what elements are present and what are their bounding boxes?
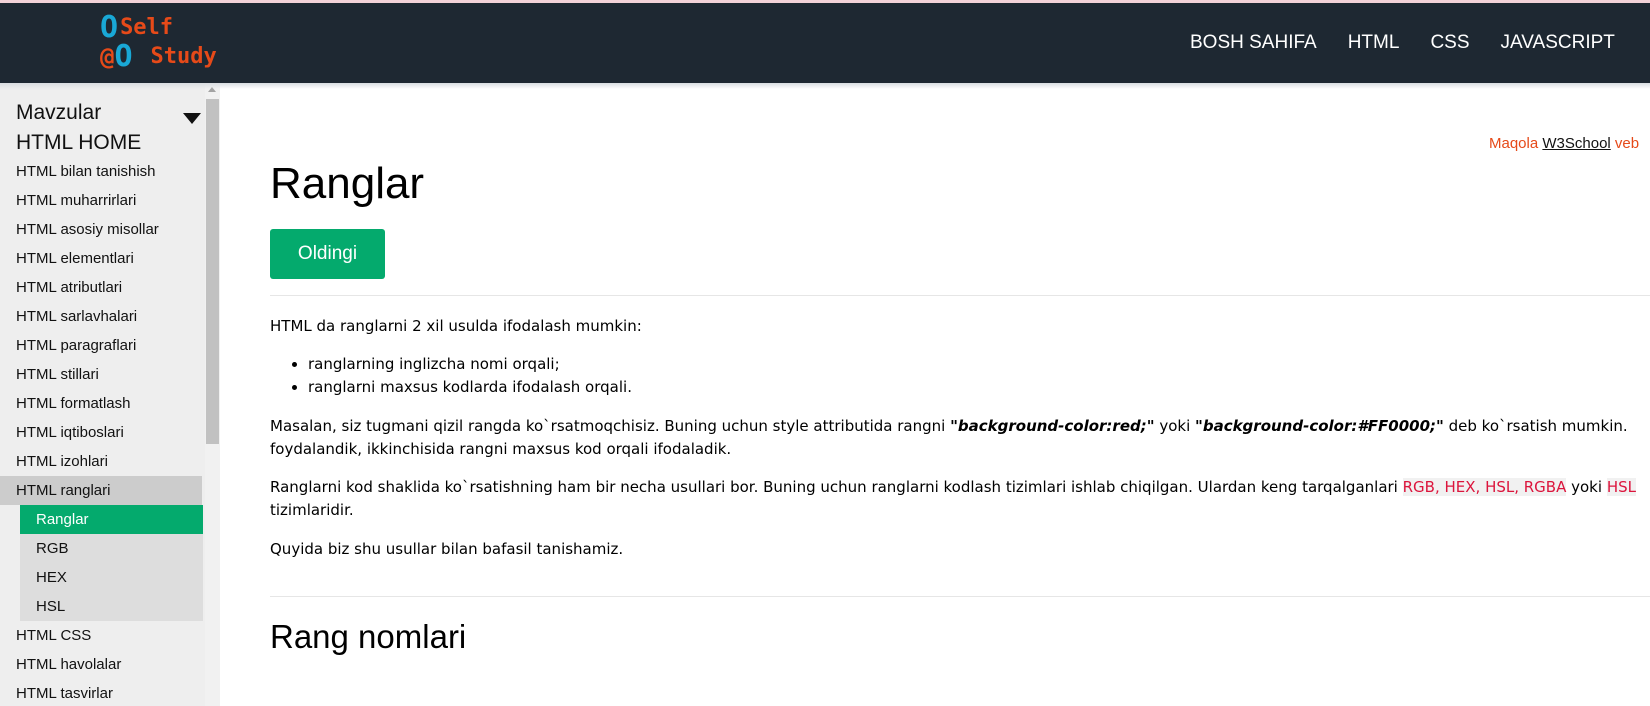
- text: yoki: [1566, 478, 1607, 496]
- nav-links: BOSH SAHIFA HTML CSS JAVASCRIPT: [1190, 3, 1646, 83]
- sidebar-submenu: Ranglar RGB HEX HSL: [20, 505, 203, 621]
- sidebar-subitem-hex[interactable]: HEX: [20, 563, 203, 592]
- sidebar-item[interactable]: HTML CSS: [0, 621, 202, 650]
- closing-paragraph: Quyida biz shu usullar bilan bafasil tan…: [270, 540, 624, 558]
- sidebar-item[interactable]: HTML elementlari: [0, 244, 202, 273]
- logo-mark-2: O: [114, 39, 133, 74]
- sidebar-subitem-rgb[interactable]: RGB: [20, 534, 203, 563]
- logo-line-2: @O Study: [100, 42, 217, 72]
- text: Masalan, siz tugmani qizil rangda ko`rsa…: [270, 417, 951, 435]
- list-item: ranglarni maxsus kodlarda ifodalash orqa…: [308, 376, 632, 399]
- example-paragraph: Masalan, siz tugmani qizil rangda ko`rsa…: [270, 415, 1650, 461]
- sidebar-subitem-hsl[interactable]: HSL: [20, 592, 203, 621]
- logo-text-study: Study: [150, 44, 217, 69]
- list-item: ranglarning inglizcha nomi orqali;: [308, 353, 632, 376]
- article-credit: Maqola W3School veb: [1489, 135, 1639, 152]
- divider: [270, 295, 1650, 296]
- logo-line-1: OSelf: [100, 13, 173, 43]
- code-snippet: "background-color:red;": [950, 417, 1155, 435]
- intro-paragraph: HTML da ranglarni 2 xil usulda ifodalash…: [270, 317, 642, 335]
- sidebar: Mavzular HTML HOME HTML bilan tanishish …: [0, 83, 205, 706]
- sidebar-item[interactable]: HTML stillari: [0, 360, 202, 389]
- nav-link-javascript[interactable]: JAVASCRIPT: [1501, 32, 1615, 54]
- sidebar-item[interactable]: HTML izohlari: [0, 447, 202, 476]
- sidebar-item[interactable]: HTML atributlari: [0, 273, 202, 302]
- text: Ranglarni kod shaklida ko`rsatishning ha…: [270, 478, 1403, 496]
- credit-link[interactable]: W3School: [1542, 135, 1610, 152]
- sidebar-subitem-ranglar[interactable]: Ranglar: [20, 505, 203, 534]
- sidebar-topics-label[interactable]: Mavzular: [16, 101, 101, 125]
- site-logo[interactable]: OSelf @O Study: [100, 13, 250, 75]
- bullet-list: ranglarning inglizcha nomi orqali; rangl…: [308, 353, 632, 399]
- previous-button[interactable]: Oldingi: [270, 229, 385, 279]
- sidebar-item[interactable]: HTML bilan tanishish: [0, 157, 202, 186]
- sidebar-item[interactable]: HTML sarlavhalari: [0, 302, 202, 331]
- sidebar-html-home[interactable]: HTML HOME: [16, 131, 141, 155]
- sidebar-item-ranglari[interactable]: HTML ranglari: [0, 476, 202, 505]
- sidebar-item[interactable]: HTML asosiy misollar: [0, 215, 202, 244]
- scrollbar-thumb[interactable]: [206, 99, 219, 444]
- sidebar-list: HTML bilan tanishish HTML muharrirlari H…: [0, 157, 203, 706]
- credit-suffix: veb: [1614, 135, 1640, 152]
- sidebar-item[interactable]: HTML havolalar: [0, 650, 202, 679]
- highlight-code: RGB, HEX, HSL, RGBA: [1402, 478, 1567, 496]
- credit-prefix: Maqola: [1489, 135, 1539, 152]
- sidebar-item[interactable]: HTML formatlash: [0, 389, 202, 418]
- nav-link-home[interactable]: BOSH SAHIFA: [1190, 32, 1317, 54]
- page-title: Ranglar: [270, 159, 425, 208]
- sidebar-item[interactable]: HTML tasvirlar: [0, 679, 202, 706]
- codes-paragraph: Ranglarni kod shaklida ko`rsatishning ha…: [270, 476, 1650, 522]
- chevron-down-icon[interactable]: [183, 113, 201, 124]
- divider: [270, 596, 1650, 597]
- text: deb ko`rsatish mumkin.: [1443, 417, 1628, 435]
- main-content: Maqola W3School veb Ranglar Oldingi HTML…: [270, 83, 1650, 706]
- sidebar-item[interactable]: HTML muharrirlari: [0, 186, 202, 215]
- sidebar-scrollbar[interactable]: [205, 83, 220, 706]
- top-navbar: OSelf @O Study BOSH SAHIFA HTML CSS JAVAS…: [0, 3, 1650, 83]
- nav-link-css[interactable]: CSS: [1430, 32, 1469, 54]
- text: foydalandik, ikkinchisida rangni maxsus …: [270, 440, 732, 458]
- sidebar-item[interactable]: HTML iqtiboslari: [0, 418, 202, 447]
- section-heading: Rang nomlari: [270, 618, 467, 655]
- code-snippet: "background-color:#FF0000;": [1195, 417, 1444, 435]
- highlight-code: HSL: [1606, 478, 1636, 496]
- nav-link-html[interactable]: HTML: [1348, 32, 1400, 54]
- sidebar-item[interactable]: HTML paragraflari: [0, 331, 202, 360]
- logo-at: @: [100, 43, 115, 71]
- text: yoki: [1154, 417, 1196, 435]
- text: tizimlaridir.: [270, 501, 354, 519]
